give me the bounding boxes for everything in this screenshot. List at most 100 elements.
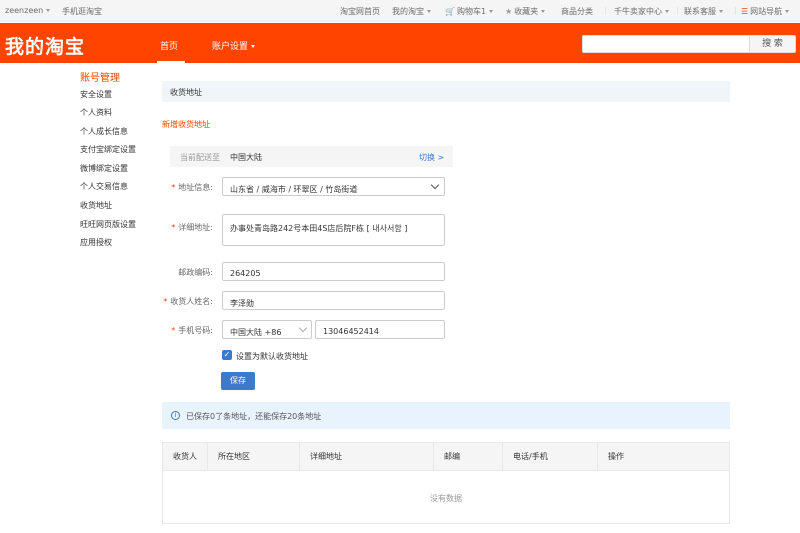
section-title: 收货地址 — [170, 88, 202, 97]
my-taobao-menu[interactable]: 我的淘宝 — [392, 6, 431, 17]
table-header-cell: 详细地址 — [300, 443, 434, 471]
sidebar-item-security[interactable]: 安全设置 — [80, 89, 112, 100]
divider: | — [604, 6, 607, 15]
nav-home[interactable]: 首页 — [160, 39, 178, 52]
postal-code-input[interactable]: 264205 — [222, 262, 445, 281]
detail-address-value: 办事处青岛路242号本田4S店后院F栋 [ 내사서함 ] — [230, 224, 408, 233]
chevron-down-icon — [719, 10, 723, 13]
table-header-cell: 操作 — [608, 452, 624, 461]
logo[interactable]: 我的淘宝 — [5, 32, 85, 59]
detail-address-label-text: 详细地址: — [178, 223, 213, 232]
phone-number-value: 13046452414 — [323, 327, 379, 336]
categories-link[interactable]: 商品分类 — [561, 6, 593, 17]
divider: | — [676, 6, 679, 15]
address-table: 收货人 所在地区 详细地址 邮编 电话/手机 操作 没有数据 — [162, 442, 730, 524]
default-address-checkbox[interactable]: ✓ — [222, 350, 232, 360]
cart-icon: 🛒 — [445, 7, 455, 16]
phone-label: * 手机号码: — [171, 325, 213, 336]
table-header-cell: 电话/手机 — [503, 443, 598, 471]
site-nav-label: 网站导航 — [750, 7, 783, 16]
required-mark: * — [163, 297, 168, 306]
phone-label-text: 手机号码: — [178, 326, 213, 335]
chevron-down-icon — [489, 10, 494, 13]
recipient-name-value: 李泽勋 — [230, 299, 254, 308]
section-header: 收货地址 — [162, 81, 730, 102]
star-icon: ★ — [505, 7, 513, 16]
chevron-down-icon — [251, 45, 256, 48]
table-header-cell: 所在地区 — [208, 443, 300, 471]
favorites-label: 收藏夹 — [514, 7, 539, 16]
sidebar-item-alipay[interactable]: 支付宝绑定设置 — [80, 144, 136, 155]
checkmark-icon: ✓ — [223, 350, 231, 359]
phone-region-value: 中国大陆 +86 — [230, 328, 282, 337]
detail-address-textarea[interactable]: 办事处青岛路242号本田4S店后院F栋 [ 내사서함 ] — [222, 214, 445, 246]
menu-icon: ☰ — [741, 7, 749, 16]
username: zeenzeen — [5, 6, 44, 15]
recipient-name-label: * 收货人姓名: — [163, 296, 213, 307]
save-button[interactable]: 保存 — [221, 372, 255, 390]
chevron-down-icon — [541, 10, 546, 13]
my-taobao-label: 我的淘宝 — [392, 7, 424, 16]
table-header-cell: 邮编 — [434, 443, 503, 471]
chevron-down-icon — [46, 9, 51, 12]
table-header: 收货人 所在地区 详细地址 邮编 电话/手机 操作 — [163, 443, 729, 471]
sidebar-item-app-auth[interactable]: 应用授权 — [80, 237, 112, 248]
divider: | — [734, 6, 737, 15]
detail-address-label: * 详细地址: — [171, 222, 213, 233]
address-info-label: * 地址信息: — [171, 182, 213, 193]
address-info-label-text: 地址信息: — [178, 183, 213, 192]
chevron-down-icon — [665, 10, 669, 13]
chevron-down-icon — [298, 323, 308, 333]
chevron-down-icon — [427, 10, 431, 13]
table-header-cell: 收货人 — [163, 443, 208, 471]
phone-number-input[interactable]: 13046452414 — [315, 320, 445, 339]
region-bar: 当前配送至 中国大陆 切换 > — [170, 146, 453, 167]
sidebar-item-addresses[interactable]: 收货地址 — [80, 200, 112, 211]
sidebar-item-profile[interactable]: 个人资料 — [80, 107, 112, 118]
recipient-name-input[interactable]: 李泽勋 — [222, 291, 445, 310]
required-mark: * — [171, 223, 176, 232]
required-mark: * — [171, 326, 176, 335]
support-menu[interactable]: 联系客服 — [684, 6, 723, 17]
region-label: 当前配送至 — [180, 153, 220, 162]
search-input[interactable] — [582, 35, 750, 53]
user-menu[interactable]: zeenzeen — [5, 6, 51, 15]
active-nav-indicator — [157, 61, 185, 63]
header: 我的淘宝 首页 账户设置 搜 索 — [0, 23, 800, 63]
default-address-label: 设置为默认收货地址 — [236, 352, 308, 361]
chevron-down-icon — [785, 10, 790, 13]
region-value: 中国大陆 — [230, 153, 262, 162]
site-nav-menu[interactable]: ☰ 网站导航 — [741, 6, 790, 17]
cart-link[interactable]: 🛒 购物车1 — [445, 6, 494, 17]
sidebar-item-weibo[interactable]: 微博绑定设置 — [80, 163, 128, 174]
region-switch-link[interactable]: 切换 > — [419, 152, 444, 163]
search-button[interactable]: 搜 索 — [749, 35, 796, 53]
sidebar-item-growth[interactable]: 个人成长信息 — [80, 126, 128, 137]
sidebar-item-transactions[interactable]: 个人交易信息 — [80, 181, 128, 192]
seller-center-label: 千牛卖家中心 — [614, 7, 662, 16]
address-region-select[interactable]: 山东省 / 威海市 / 环翠区 / 竹岛街道 — [222, 177, 445, 196]
info-text: 已保存0了条地址，还能保存20条地址 — [186, 412, 322, 421]
seller-center-menu[interactable]: 千牛卖家中心 — [614, 6, 669, 17]
address-region-value: 山东省 / 威海市 / 环翠区 / 竹岛街道 — [230, 185, 358, 194]
postal-code-label: 邮政编码: — [178, 268, 213, 277]
postal-code-value: 264205 — [230, 269, 261, 278]
info-icon: i — [171, 411, 180, 420]
info-bar: i 已保存0了条地址，还能保存20条地址 — [162, 402, 730, 429]
required-mark: * — [171, 183, 176, 192]
sidebar-item-wangwang[interactable]: 旺旺网页版设置 — [80, 219, 136, 230]
top-bar: zeenzeen 手机逛淘宝 淘宝网首页 我的淘宝 🛒 购物车1 ★ 收藏夹 商品分… — [0, 0, 800, 22]
chevron-down-icon — [430, 180, 440, 190]
taobao-home-link[interactable]: 淘宝网首页 — [340, 6, 380, 17]
recipient-name-label-text: 收货人姓名: — [170, 297, 213, 306]
favorites-menu[interactable]: ★ 收藏夹 — [505, 6, 546, 17]
nav-account-label: 账户设置 — [212, 42, 249, 52]
empty-state-text: 没有数据 — [430, 494, 462, 503]
nav-account-settings[interactable]: 账户设置 — [212, 39, 256, 52]
sidebar-title: 账号管理 — [80, 73, 120, 84]
mobile-taobao-link[interactable]: 手机逛淘宝 — [62, 6, 102, 17]
phone-region-select[interactable]: 中国大陆 +86 — [222, 320, 312, 339]
support-label: 联系客服 — [684, 7, 716, 16]
cart-label: 购物车1 — [456, 7, 487, 16]
new-address-heading: 新增收货地址 — [162, 120, 210, 129]
